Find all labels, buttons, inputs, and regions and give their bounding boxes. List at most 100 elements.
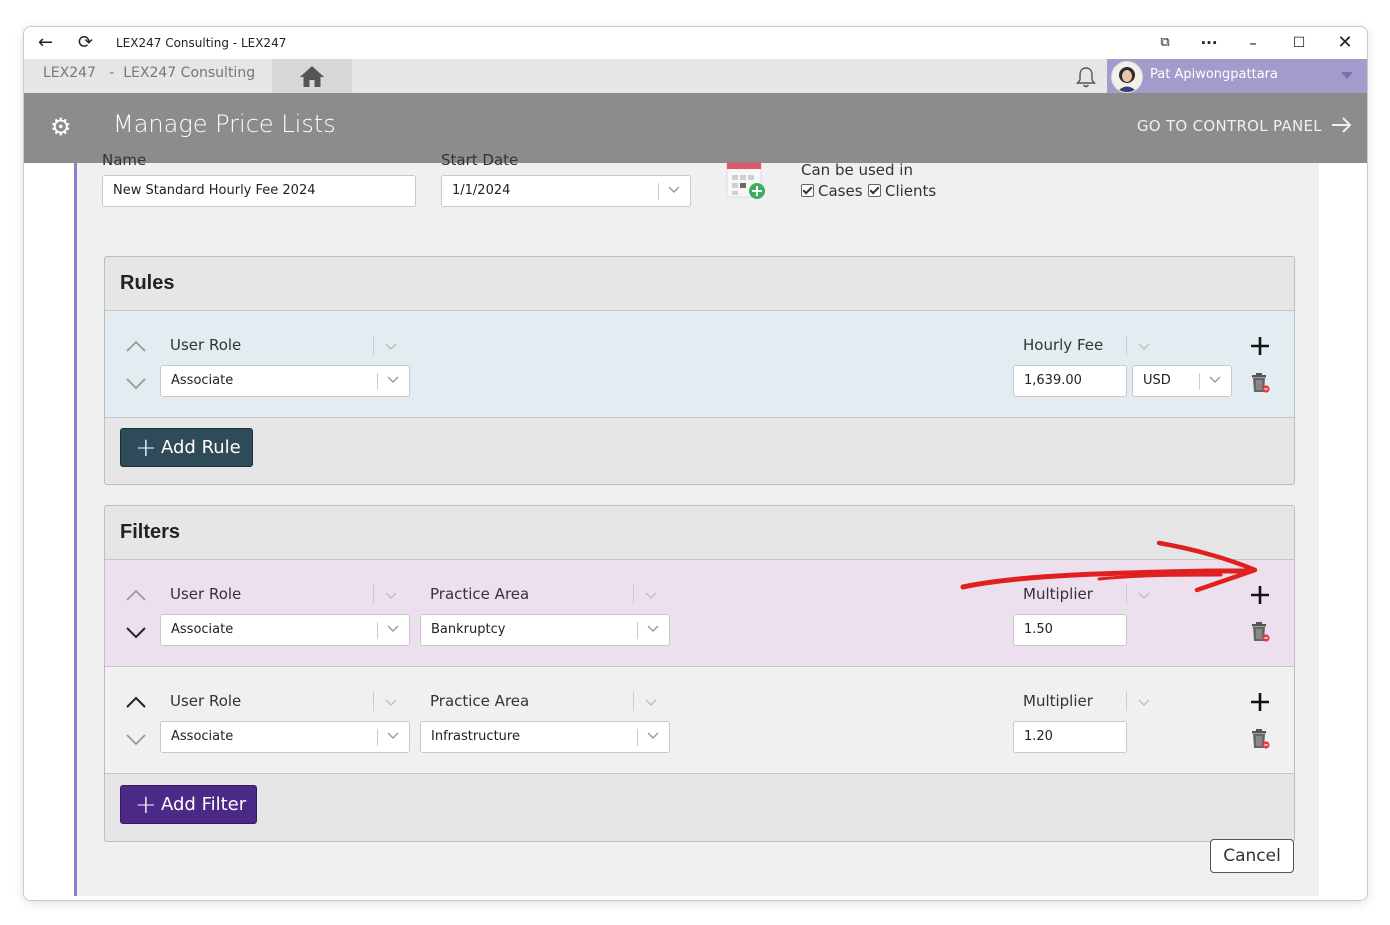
arrow-right-icon xyxy=(1332,117,1352,133)
window-title: LEX247 Consulting - LEX247 xyxy=(116,36,287,50)
user-role-select[interactable]: Associate xyxy=(160,721,410,753)
divider xyxy=(377,729,378,746)
rules-header: Rules xyxy=(105,257,1294,311)
practice-area-select[interactable]: Bankruptcy xyxy=(420,614,670,646)
divider xyxy=(373,584,374,604)
title-bar: ← ⟳ LEX247 Consulting - LEX247 ⧉ ··· – ☐… xyxy=(24,27,1367,59)
chevron-down-icon[interactable] xyxy=(645,696,657,708)
trash-icon[interactable] xyxy=(1249,728,1271,750)
home-button[interactable] xyxy=(272,59,352,93)
breadcrumb[interactable]: LEX247 - LEX247 Consulting xyxy=(43,65,255,81)
divider xyxy=(658,183,659,200)
back-arrow-icon[interactable]: ← xyxy=(38,33,53,53)
user-role-value: Associate xyxy=(171,729,234,744)
start-date-value: 1/1/2024 xyxy=(452,183,511,198)
cancel-button[interactable]: Cancel xyxy=(1210,839,1294,873)
chevron-down-icon xyxy=(647,732,659,739)
app-window: ← ⟳ LEX247 Consulting - LEX247 ⧉ ··· – ☐… xyxy=(23,26,1368,901)
currency-value: USD xyxy=(1143,373,1171,388)
user-menu[interactable]: Pat Apiwongpattara xyxy=(1107,59,1367,93)
cases-label: Cases xyxy=(818,182,863,200)
maximize-button[interactable]: ☐ xyxy=(1279,31,1319,55)
name-label: Name xyxy=(102,151,147,169)
divider xyxy=(1126,691,1127,711)
rule-row: User Role Associate Hourly Fee 1,639.00 … xyxy=(105,311,1294,418)
checkbox-checked-icon xyxy=(801,184,814,197)
cast-icon[interactable]: ⧉ xyxy=(1145,31,1185,55)
chevron-down-icon xyxy=(387,732,399,739)
hourly-fee-label: Hourly Fee xyxy=(1023,336,1104,354)
control-panel-label: GO TO CONTROL PANEL xyxy=(1136,117,1322,135)
refresh-icon[interactable]: ⟳ xyxy=(78,33,93,53)
add-rule-button[interactable]: + Add Rule xyxy=(120,428,253,467)
trash-icon[interactable] xyxy=(1249,621,1271,643)
user-name: Pat Apiwongpattara xyxy=(1150,67,1278,82)
chevron-up-icon[interactable] xyxy=(125,588,147,602)
chevron-up-icon[interactable] xyxy=(125,695,147,709)
notification-bell-icon[interactable] xyxy=(1074,65,1098,89)
start-date-label: Start Date xyxy=(441,151,519,169)
practice-area-select[interactable]: Infrastructure xyxy=(420,721,670,753)
chevron-up-icon[interactable] xyxy=(125,339,147,353)
chevron-down-icon xyxy=(1209,376,1221,383)
multiplier-label: Multiplier xyxy=(1023,692,1093,710)
plus-icon[interactable] xyxy=(1249,691,1271,713)
divider xyxy=(637,622,638,639)
chevron-down-icon xyxy=(668,186,680,193)
gear-icon: ⚙ xyxy=(50,113,72,141)
divider xyxy=(373,691,374,711)
chevron-down-icon[interactable] xyxy=(125,377,147,391)
price-list-card: Name New Standard Hourly Fee 2024 Start … xyxy=(74,151,1319,896)
clients-checkbox[interactable]: Clients xyxy=(868,182,936,200)
name-input[interactable]: New Standard Hourly Fee 2024 xyxy=(102,175,416,207)
chevron-down-icon[interactable] xyxy=(385,589,397,601)
calendar-add-icon[interactable] xyxy=(725,163,767,203)
add-filter-button[interactable]: + Add Filter xyxy=(120,785,257,824)
minimize-button[interactable]: – xyxy=(1233,31,1273,55)
chevron-down-icon xyxy=(1341,72,1353,79)
multiplier-input[interactable]: 1.20 xyxy=(1013,721,1127,753)
home-icon xyxy=(300,66,324,87)
divider xyxy=(373,335,374,355)
user-role-select[interactable]: Associate xyxy=(160,614,410,646)
divider xyxy=(377,373,378,390)
trash-icon[interactable] xyxy=(1249,372,1271,394)
chevron-down-icon[interactable] xyxy=(1138,340,1150,352)
chevron-down-icon[interactable] xyxy=(645,589,657,601)
multiplier-input[interactable]: 1.50 xyxy=(1013,614,1127,646)
divider xyxy=(637,729,638,746)
filters-title: Filters xyxy=(120,521,181,543)
chevron-down-icon[interactable] xyxy=(385,696,397,708)
practice-area-value: Bankruptcy xyxy=(431,622,506,637)
control-panel-link[interactable]: GO TO CONTROL PANEL xyxy=(1137,117,1353,135)
divider xyxy=(1199,373,1200,390)
chevron-down-icon[interactable] xyxy=(125,733,147,747)
usage-label: Can be used in xyxy=(801,161,913,179)
chevron-down-icon xyxy=(647,625,659,632)
divider xyxy=(633,584,634,604)
cases-checkbox[interactable]: Cases xyxy=(801,182,863,200)
plus-icon: + xyxy=(135,433,157,463)
more-icon[interactable]: ··· xyxy=(1189,31,1229,55)
start-date-picker[interactable]: 1/1/2024 xyxy=(441,175,691,207)
plus-icon[interactable] xyxy=(1249,335,1271,357)
currency-select[interactable]: USD xyxy=(1132,365,1232,397)
rules-title: Rules xyxy=(120,272,175,294)
divider xyxy=(633,691,634,711)
add-rule-label: Add Rule xyxy=(161,437,241,458)
hourly-fee-input[interactable]: 1,639.00 xyxy=(1013,365,1127,397)
plus-icon: + xyxy=(135,790,157,820)
main-content: Name New Standard Hourly Fee 2024 Start … xyxy=(24,151,1367,900)
chevron-down-icon[interactable] xyxy=(125,626,147,640)
annotation-arrow-icon xyxy=(960,540,1258,593)
user-role-select[interactable]: Associate xyxy=(160,365,410,397)
user-role-label: User Role xyxy=(170,336,242,354)
chevron-down-icon[interactable] xyxy=(1138,696,1150,708)
checkbox-checked-icon xyxy=(868,184,881,197)
practice-area-value: Infrastructure xyxy=(431,729,520,744)
chevron-down-icon[interactable] xyxy=(385,340,397,352)
rules-panel: Rules User Role Associate Hourly Fee 1,6… xyxy=(104,256,1295,485)
divider xyxy=(1126,335,1127,355)
close-button[interactable]: ✕ xyxy=(1325,31,1365,55)
user-role-label: User Role xyxy=(170,585,242,603)
